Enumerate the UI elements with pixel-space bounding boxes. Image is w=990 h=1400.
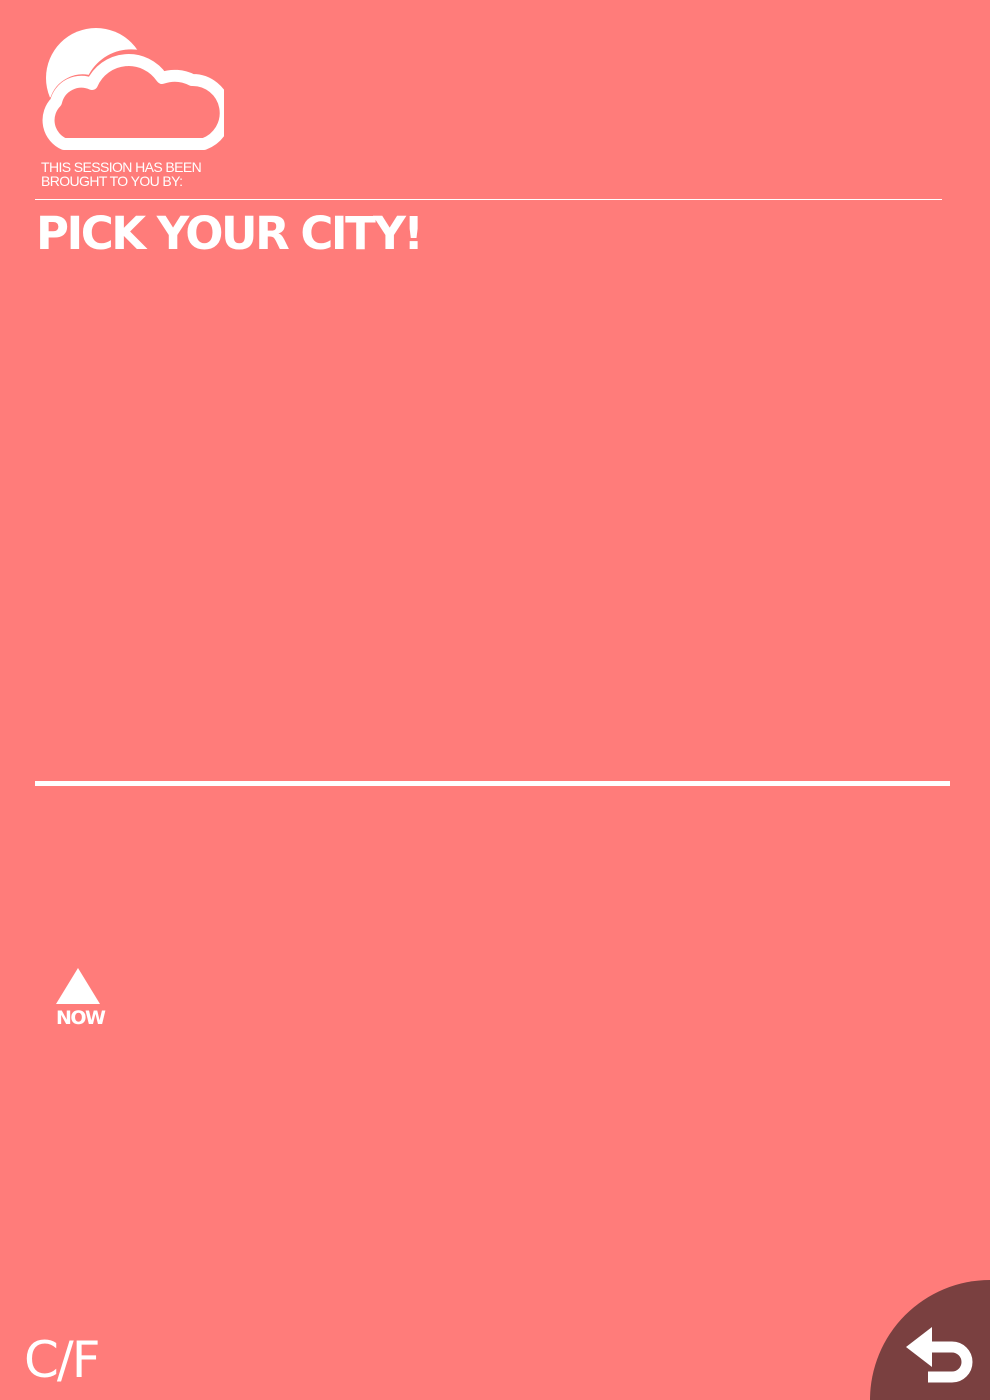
now-label: NOW xyxy=(56,1007,106,1029)
triangle-up-icon xyxy=(56,968,100,1004)
cloud-sun-logo-icon xyxy=(34,26,237,156)
sponsor-line-2: BROUGHT TO YOU BY: xyxy=(41,173,183,189)
sponsor-line-1: THIS SESSION HAS BEEN xyxy=(41,159,202,175)
header-divider xyxy=(35,199,942,200)
sponsor-text: THIS SESSION HAS BEEN BROUGHT TO YOU BY: xyxy=(41,160,301,188)
section-divider xyxy=(35,781,950,786)
unit-toggle-button[interactable]: C/F xyxy=(24,1330,101,1390)
back-arrow-icon xyxy=(906,1327,973,1383)
now-button[interactable]: NOW xyxy=(50,966,110,1032)
back-button[interactable] xyxy=(870,1280,990,1400)
page-title: PICK YOUR CITY! xyxy=(36,207,424,260)
